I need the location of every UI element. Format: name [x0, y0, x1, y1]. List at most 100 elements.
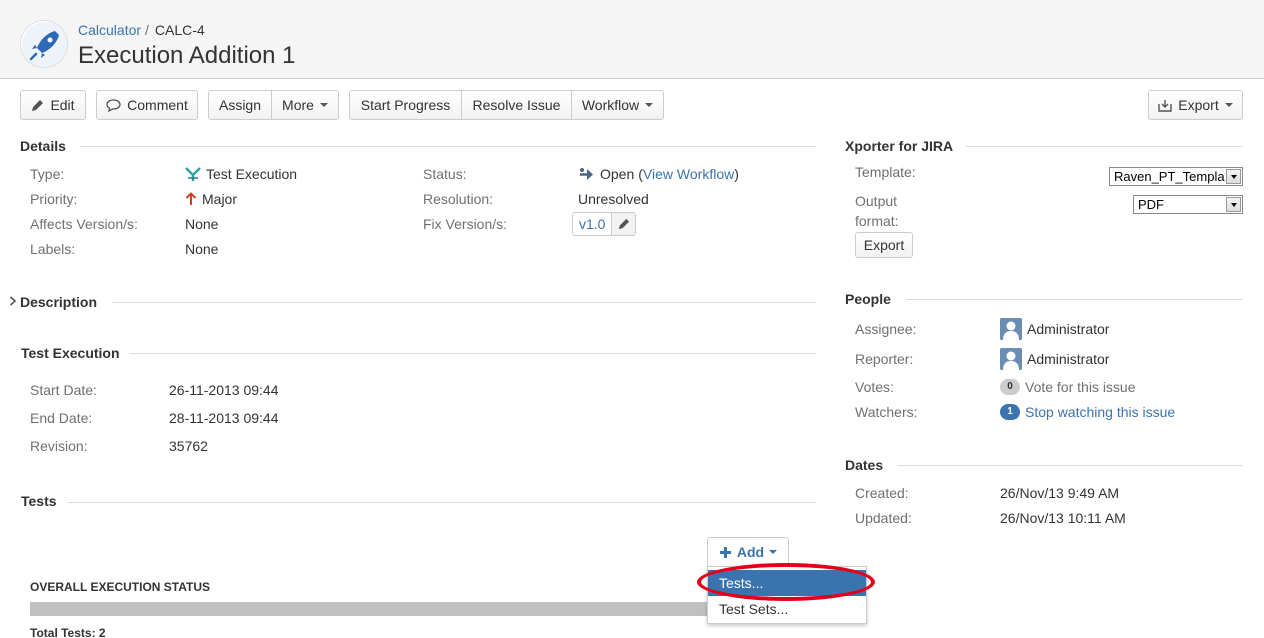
resolution-label: Resolution: [423, 191, 494, 207]
updated-value: 26/Nov/13 10:11 AM [1000, 510, 1126, 526]
fix-version-label: Fix Version/s: [423, 216, 508, 232]
issue-header: Calculator / CALC-4 Execution Addition 1 [0, 0, 1264, 79]
export-menu-button[interactable]: Export [1148, 90, 1243, 120]
chevron-down-icon [1226, 169, 1241, 184]
tests-divider [68, 502, 816, 503]
revision-value: 35762 [169, 438, 208, 454]
workflow-button[interactable]: Workflow [572, 90, 664, 120]
breadcrumb-project-link[interactable]: Calculator [78, 22, 141, 38]
add-button-label: Add [736, 544, 765, 560]
status-value: Open (View Workflow) [578, 166, 739, 182]
edit-button[interactable]: Edit [20, 90, 86, 120]
status-open-icon [580, 167, 593, 180]
resolve-issue-button[interactable]: Resolve Issue [462, 90, 572, 120]
votes-count-badge: 0 [1000, 379, 1020, 395]
page-title: Execution Addition 1 [78, 42, 296, 69]
export-button-label: Export [1178, 97, 1219, 113]
test-execution-divider [130, 353, 816, 354]
output-format-select[interactable]: PDF [1133, 195, 1243, 214]
chevron-down-icon [319, 103, 328, 107]
type-label: Type: [30, 166, 65, 182]
reporter-label: Reporter: [855, 351, 914, 367]
template-select-value: Raven_PT_Templa [1114, 169, 1225, 184]
stop-watching-link[interactable]: Stop watching this issue [1025, 404, 1175, 420]
chevron-down-icon [645, 103, 654, 107]
assignee-label: Assignee: [855, 321, 917, 337]
export-tray-icon [1158, 99, 1172, 112]
overall-execution-status-label: OVERALL EXECUTION STATUS [30, 580, 211, 594]
dates-heading: Dates [845, 457, 884, 473]
xporter-divider [966, 146, 1243, 147]
assignee-value[interactable]: Administrator [1000, 318, 1109, 340]
start-date-label: Start Date: [30, 382, 97, 398]
comment-button[interactable]: Comment [96, 90, 198, 120]
watchers-label: Watchers: [855, 404, 918, 420]
type-value-text: Test Execution [206, 166, 298, 182]
xporter-export-label: Export [863, 237, 905, 253]
chevron-down-icon [1224, 103, 1233, 107]
more-button[interactable]: More [272, 90, 339, 120]
user-avatar-icon [1000, 318, 1022, 340]
execution-status-bar [30, 602, 720, 616]
start-progress-button[interactable]: Start Progress [349, 90, 462, 120]
start-progress-label: Start Progress [360, 97, 451, 113]
xporter-heading: Xporter for JIRA [845, 138, 954, 154]
reporter-name: Administrator [1027, 351, 1110, 367]
resolve-issue-label: Resolve Issue [472, 97, 561, 113]
fix-version-link[interactable]: v1.0 [573, 213, 611, 235]
affects-version-label: Affects Version/s: [30, 216, 138, 232]
votes-value: 0 Vote for this issue [1000, 379, 1136, 395]
chevron-down-icon [1226, 197, 1241, 212]
user-avatar-icon [1000, 348, 1022, 370]
priority-value: Major [185, 191, 237, 207]
output-format-select-value: PDF [1138, 197, 1164, 212]
type-value: Test Execution [185, 166, 297, 182]
watchers-count-badge[interactable]: 1 [1000, 404, 1020, 420]
status-label: Status: [423, 166, 467, 182]
test-execution-icon [185, 167, 201, 181]
issue-toolbar: Edit Comment Assign More Start Progress … [0, 90, 1264, 120]
reporter-value[interactable]: Administrator [1000, 348, 1109, 370]
edit-fix-version-button[interactable] [611, 213, 636, 235]
description-heading[interactable]: Description [20, 294, 97, 310]
red-highlight-ellipse [697, 563, 875, 601]
resolution-value: Unresolved [578, 191, 649, 207]
labels-label: Labels: [30, 241, 76, 257]
start-date-value: 26-11-2013 09:44 [169, 382, 279, 398]
pencil-icon [32, 99, 44, 111]
output-format-label-line1: Output [855, 193, 898, 209]
breadcrumb-issue-key[interactable]: CALC-4 [155, 22, 205, 38]
chevron-right-icon[interactable] [9, 296, 17, 306]
assign-button-label: Assign [218, 97, 262, 113]
fix-version-field[interactable]: v1.0 [572, 212, 637, 236]
chevron-down-icon [769, 550, 778, 554]
priority-label: Priority: [30, 191, 78, 207]
arrow-up-icon [185, 192, 197, 205]
updated-label: Updated: [855, 510, 912, 526]
vote-for-issue-link[interactable]: Vote for this issue [1025, 379, 1136, 395]
pencil-icon [618, 218, 630, 230]
description-divider [112, 302, 816, 303]
edit-button-label: Edit [50, 97, 75, 113]
plus-icon [719, 546, 731, 558]
template-select[interactable]: Raven_PT_Templa [1109, 167, 1243, 186]
votes-label: Votes: [855, 379, 894, 395]
priority-value-text: Major [202, 191, 238, 207]
xporter-export-button[interactable]: Export [855, 232, 913, 258]
assign-button[interactable]: Assign [208, 90, 272, 120]
status-paren-close: ) [734, 166, 739, 182]
output-format-label-line2: format: [855, 213, 899, 229]
status-value-text: Open [600, 166, 635, 182]
total-tests-label: Total Tests: 2 [30, 626, 106, 638]
breadcrumb-separator: / [145, 22, 149, 38]
view-workflow-link[interactable]: View Workflow [643, 166, 734, 182]
revision-label: Revision: [30, 438, 88, 454]
template-label: Template: [855, 164, 916, 180]
workflow-button-label: Workflow [581, 97, 640, 113]
affects-version-value: None [185, 216, 219, 232]
created-value: 26/Nov/13 9:49 AM [1000, 485, 1120, 501]
people-heading: People [845, 291, 891, 307]
more-button-label: More [282, 97, 314, 113]
test-execution-heading: Test Execution [21, 345, 120, 361]
project-avatar-rocket-icon[interactable] [20, 20, 68, 68]
